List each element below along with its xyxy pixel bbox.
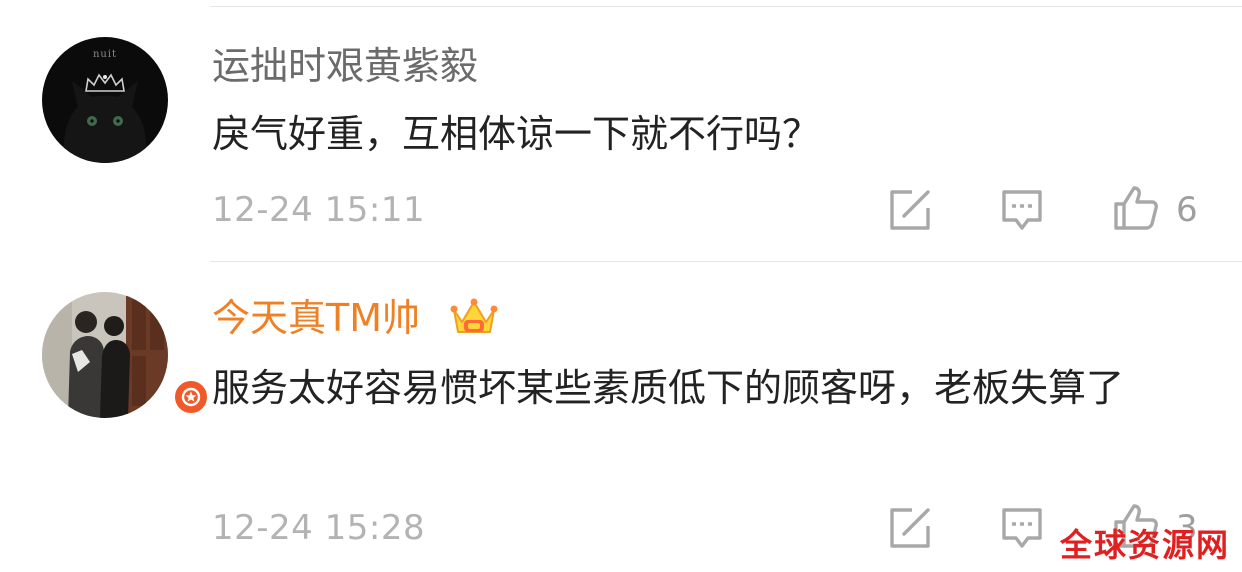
verified-star-icon: [172, 378, 210, 416]
vip-crown-icon[interactable]: [450, 296, 498, 336]
forward-icon[interactable]: [888, 188, 932, 232]
avatar-text: nuit: [92, 49, 118, 60]
like-icon[interactable]: [1112, 184, 1160, 232]
couple-photo-avatar: [42, 292, 168, 418]
like-count: 6: [1176, 190, 1198, 230]
comment-text: 戾气好重，互相体谅一下就不行吗？: [212, 112, 821, 156]
comment-icon[interactable]: [1000, 506, 1044, 550]
forward-icon[interactable]: [888, 506, 932, 550]
comment-icon[interactable]: [1000, 188, 1044, 232]
comment-item: 今天真TM帅 服务太好容易惯坏某些素质低下的顾客呀，老板失算了 12-24 15…: [0, 262, 1242, 572]
timestamp: 12-24 15:11: [212, 190, 426, 230]
timestamp: 12-24 15:28: [212, 508, 426, 548]
comment-text: 服务太好容易惯坏某些素质低下的顾客呀，老板失算了: [212, 366, 1125, 410]
watermark: 全球资源网: [1059, 526, 1230, 564]
avatar[interactable]: nuit: [42, 37, 168, 163]
couple-photo-icon: [42, 292, 168, 418]
avatar[interactable]: [42, 292, 210, 418]
comment-item: nuit 运拙时艰黄紫毅 戾气好重，互相体谅一下就不行吗？ 12-24 15:1…: [0, 0, 1242, 260]
username[interactable]: 运拙时艰黄紫毅: [212, 43, 478, 89]
username[interactable]: 今天真TM帅: [212, 295, 420, 341]
